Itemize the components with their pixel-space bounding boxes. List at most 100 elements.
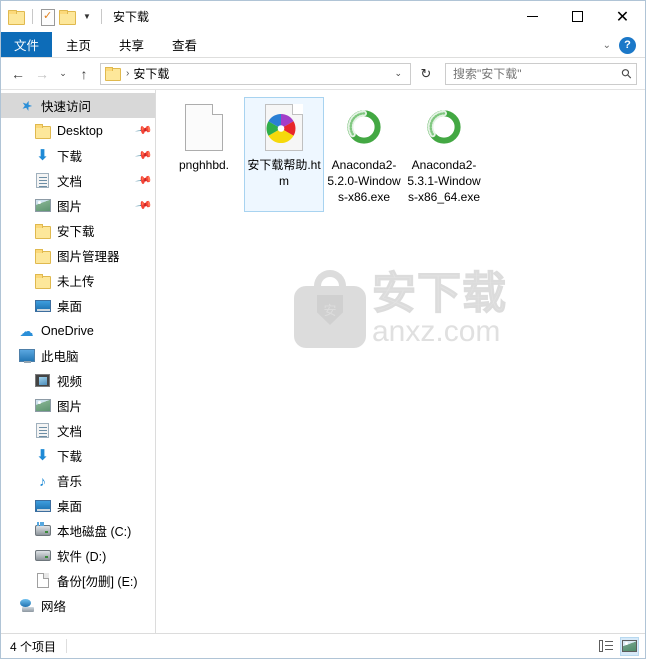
forward-button[interactable]: → <box>31 63 53 85</box>
pin-icon[interactable]: 📌 <box>135 121 154 140</box>
properties-icon[interactable] <box>41 9 55 26</box>
drive-icon <box>34 547 51 564</box>
help-icon[interactable]: ? <box>619 36 636 54</box>
music-icon: ♪ <box>39 472 46 489</box>
sidebar-item-not-uploaded[interactable]: 未上传 <box>1 268 155 293</box>
watermark-cn-label: 安下载 <box>372 268 507 318</box>
sidebar-item-quick-access[interactable]: ★ 快速访问 <box>1 93 155 118</box>
file-list-pane[interactable]: pnghhbd. 安下载帮助.htm Anaconda2-5.2.0-Windo… <box>156 90 645 633</box>
sidebar-item-desktop-qa[interactable]: Desktop 📌 <box>1 118 155 143</box>
sidebar-item-local-disk-c[interactable]: 本地磁盘 (C:) <box>1 518 155 543</box>
anaconda-icon <box>420 102 468 152</box>
watermark-shield-char: 安 <box>323 303 337 318</box>
sidebar-item-onedrive[interactable]: ☁ OneDrive <box>1 318 155 343</box>
pinwheel-icon <box>266 113 296 144</box>
pin-icon[interactable]: 📌 <box>135 146 154 165</box>
maximize-icon <box>572 11 583 22</box>
customize-caret-icon[interactable]: ▼ <box>81 12 93 21</box>
sidebar-item-label: 图片管理器 <box>57 250 120 264</box>
recent-locations-icon[interactable]: ⌄ <box>55 63 71 85</box>
sidebar-item-documents[interactable]: 文档 <box>1 418 155 443</box>
sidebar-item-label: 桌面 <box>57 300 83 314</box>
tab-file[interactable]: 文件 <box>1 32 53 57</box>
pin-icon[interactable]: 📌 <box>135 171 154 190</box>
sidebar-item-music[interactable]: ♪ 音乐 <box>1 468 155 493</box>
refresh-icon[interactable]: ↻ <box>415 63 437 85</box>
sidebar-item-downloads-qa[interactable]: ⬇ 下载 📌 <box>1 143 155 168</box>
large-icons-view-button[interactable] <box>620 636 639 656</box>
sidebar-item-label: 网络 <box>41 600 67 614</box>
back-button[interactable]: ← <box>7 63 29 85</box>
file-name-label: Anaconda2-5.3.1-Windows-x86_64.exe <box>407 158 481 204</box>
pin-icon[interactable]: 📌 <box>135 196 154 215</box>
html-page-icon <box>260 102 308 152</box>
sidebar-item-label: OneDrive <box>41 323 94 338</box>
address-dropdown-icon[interactable]: ⌄ <box>388 68 408 79</box>
chevron-down-icon[interactable]: ⌄ <box>603 40 611 51</box>
tab-view[interactable]: 查看 <box>158 32 211 57</box>
file-item[interactable]: pnghhbd. <box>164 97 244 212</box>
download-icon: ⬇ <box>36 447 49 464</box>
title-divider <box>101 9 102 24</box>
system-drive-icon <box>34 522 51 539</box>
sidebar-item-label: 文档 <box>57 175 83 189</box>
large-icons-view-icon <box>622 640 637 652</box>
sidebar-item-desktop-cn-qa[interactable]: 桌面 <box>1 293 155 318</box>
file-item[interactable]: Anaconda2-5.3.1-Windows-x86_64.exe <box>404 97 484 212</box>
sidebar-item-label: 图片 <box>57 200 83 214</box>
watermark-en-label: anxz.com <box>372 314 501 348</box>
anaconda-icon <box>340 102 388 152</box>
details-view-icon <box>598 640 613 652</box>
sidebar-item-label: 下载 <box>57 150 83 164</box>
download-icon: ⬇ <box>36 147 49 164</box>
blank-drive-icon <box>34 572 51 589</box>
sidebar-item-pictures-qa[interactable]: 图片 📌 <box>1 193 155 218</box>
folder-icon <box>34 272 51 289</box>
sidebar-item-anxiazai[interactable]: 安下载 <box>1 218 155 243</box>
address-bar: ← → ⌄ ↑ › 安下载 ⌄ ↻ 搜索"安下载" ⚲ <box>1 58 645 89</box>
sidebar-item-drive-d[interactable]: 软件 (D:) <box>1 543 155 568</box>
sidebar-item-downloads[interactable]: ⬇ 下载 <box>1 443 155 468</box>
pictures-icon <box>34 197 51 214</box>
tab-share[interactable]: 共享 <box>105 32 158 57</box>
close-button[interactable]: ✕ <box>600 1 645 32</box>
navigation-pane[interactable]: ★ 快速访问 Desktop 📌 ⬇ 下载 📌 文档 📌 图片 📌 安下载 图片… <box>1 90 156 633</box>
details-view-button[interactable] <box>596 637 615 656</box>
sidebar-item-this-pc[interactable]: 此电脑 <box>1 343 155 368</box>
item-count-label: 4 个项目 <box>10 639 57 654</box>
status-divider <box>66 639 68 653</box>
sidebar-item-picture-manager[interactable]: 图片管理器 <box>1 243 155 268</box>
sidebar-item-network[interactable]: 网络 <box>1 593 155 618</box>
new-folder-icon[interactable] <box>59 10 76 25</box>
sidebar-item-pictures[interactable]: 图片 <box>1 393 155 418</box>
video-icon <box>34 372 51 389</box>
sidebar-item-documents-qa[interactable]: 文档 📌 <box>1 168 155 193</box>
sidebar-item-label: 音乐 <box>57 475 83 489</box>
sidebar-item-label: 备份[勿删] (E:) <box>57 575 138 589</box>
desktop-icon <box>34 297 51 314</box>
sidebar-item-label: 视频 <box>57 375 83 389</box>
tab-home[interactable]: 主页 <box>52 32 105 57</box>
file-item[interactable]: Anaconda2-5.2.0-Windows-x86.exe <box>324 97 404 212</box>
folder-icon <box>34 122 51 139</box>
up-button[interactable]: ↑ <box>73 63 95 85</box>
sidebar-item-label: Desktop <box>57 123 103 138</box>
breadcrumb-path[interactable]: 安下载 <box>133 65 169 82</box>
sidebar-item-desktop-cn[interactable]: 桌面 <box>1 493 155 518</box>
breadcrumb-folder-icon <box>105 67 121 81</box>
file-explorer-window: ▼ 安下载 ✕ 文件 主页 共享 查看 ⌄ ? ← → ⌄ <box>0 0 646 659</box>
star-icon: ★ <box>18 95 35 115</box>
watermark: 安 安下载 anxz.com <box>156 270 645 348</box>
folder-icon <box>34 247 51 264</box>
search-input[interactable]: 搜索"安下载" ⚲ <box>445 62 637 85</box>
folder-icon[interactable] <box>8 10 25 25</box>
breadcrumb[interactable]: › 安下载 ⌄ <box>100 62 411 85</box>
file-item[interactable]: 安下载帮助.htm <box>244 97 324 212</box>
anaconda-ring-icon <box>347 110 381 144</box>
sidebar-item-videos[interactable]: 视频 <box>1 368 155 393</box>
minimize-button[interactable] <box>510 1 555 32</box>
maximize-button[interactable] <box>555 1 600 32</box>
minimize-icon <box>527 16 538 17</box>
sidebar-item-drive-e[interactable]: 备份[勿删] (E:) <box>1 568 155 593</box>
documents-icon <box>34 172 51 189</box>
